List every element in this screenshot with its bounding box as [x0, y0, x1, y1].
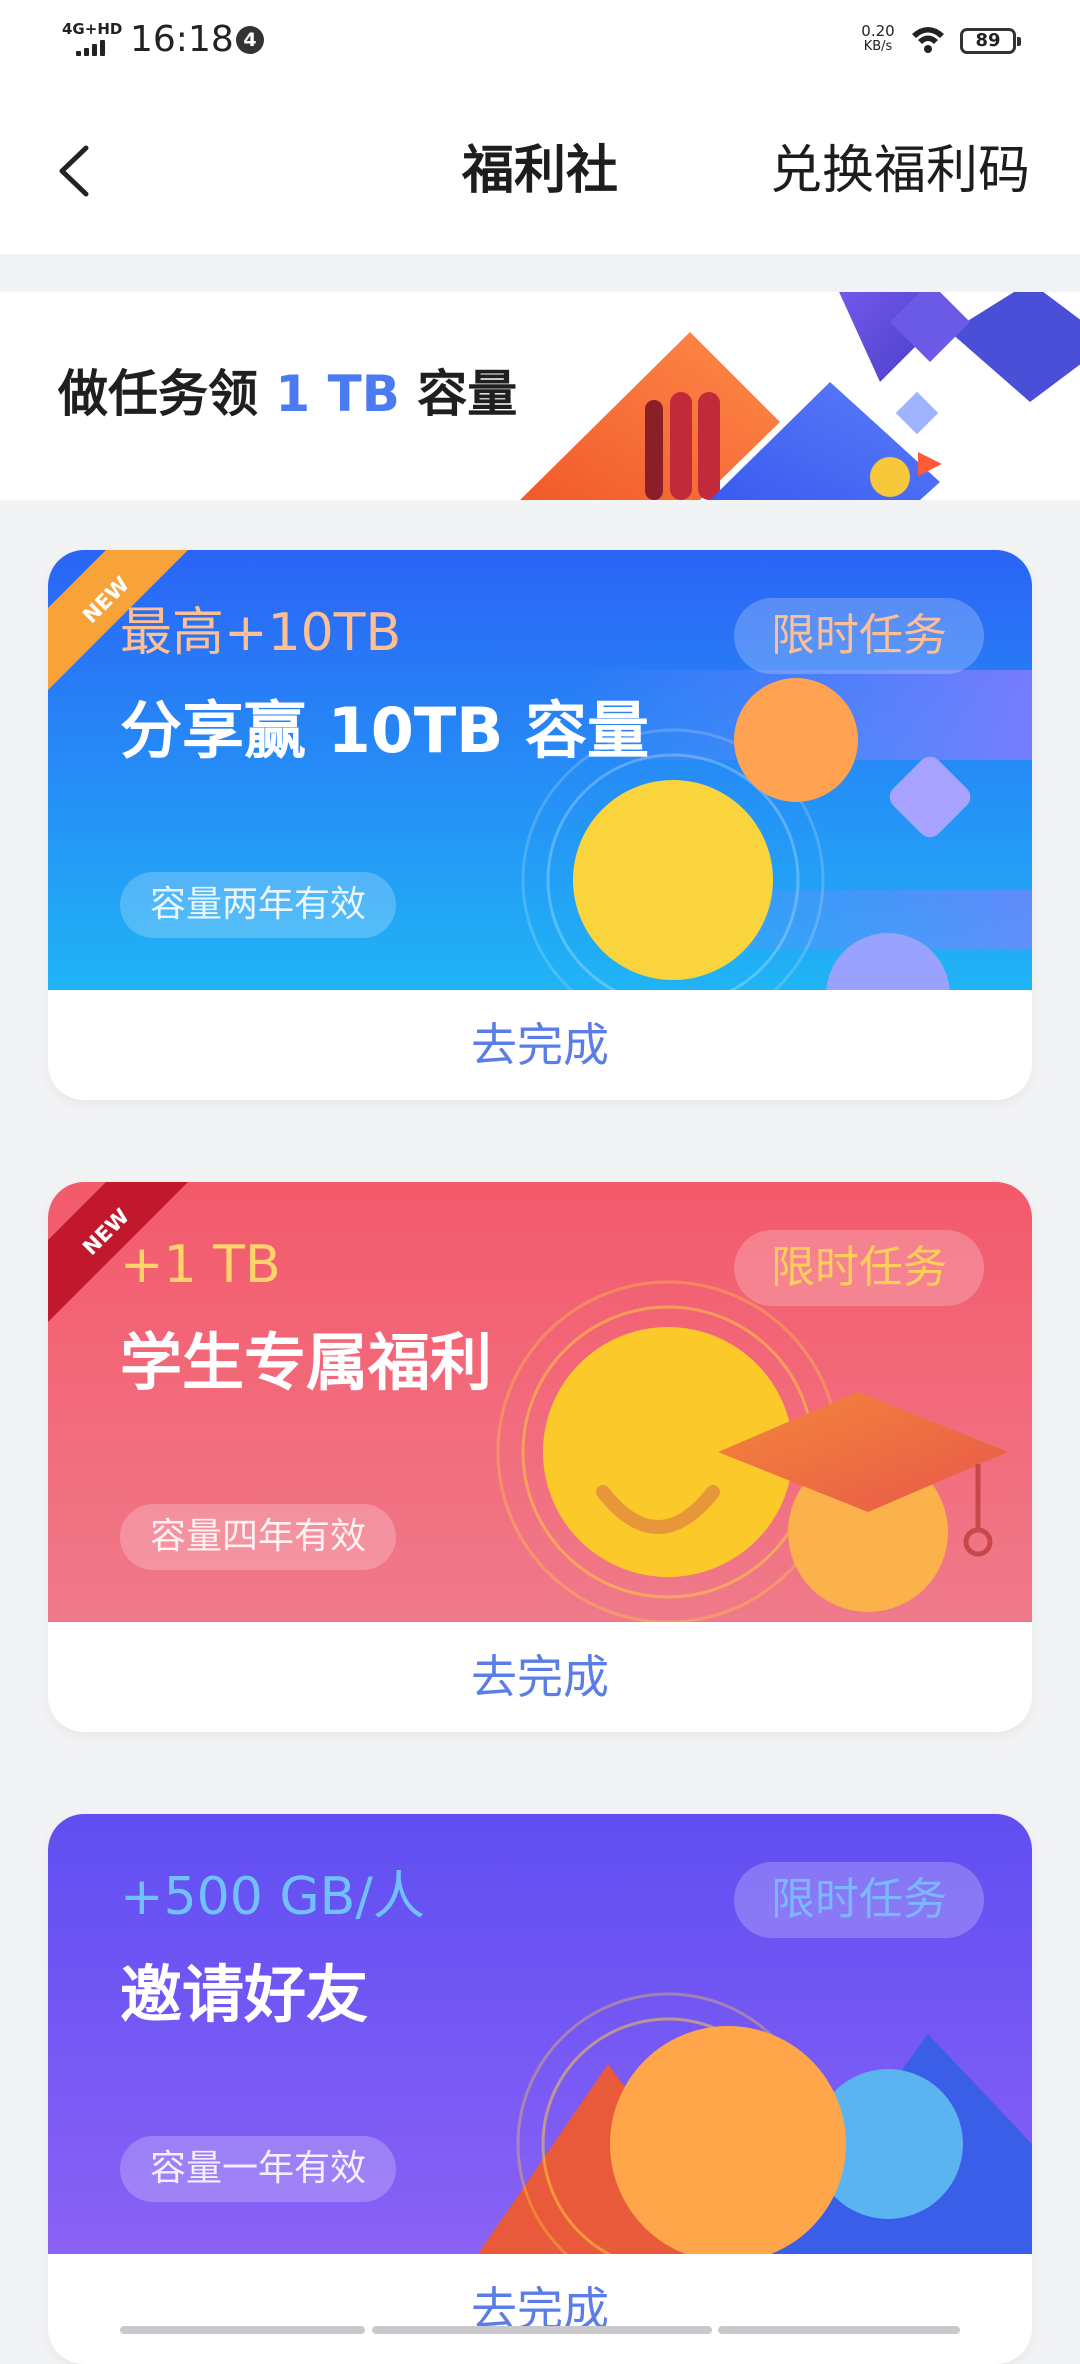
- task-card-student[interactable]: NEW +1 TB 学生专属福利 容量四年有效 限时任务 去完成: [48, 1182, 1032, 1732]
- task-card-header: NEW +1 TB 学生专属福利 容量四年有效 限时任务: [48, 1182, 1032, 1622]
- validity-badge: 容量四年有效: [120, 1504, 397, 1570]
- reward-amount: +1 TB: [120, 1235, 281, 1295]
- redeem-code-button[interactable]: 兑换福利码: [770, 136, 1030, 206]
- promo-banner: 做任务领 1 TB 容量: [0, 292, 1080, 500]
- task-card-share[interactable]: NEW 最高+10TB 分享赢 10TB 容量 容量两年有效 限时任务 去完成: [48, 550, 1032, 1100]
- reward-amount: +500 GB/人: [120, 1867, 425, 1927]
- validity-badge: 容量两年有效: [120, 872, 397, 938]
- app-header: 福利社 兑换福利码: [0, 84, 1080, 254]
- banner-illustration: [520, 292, 1080, 500]
- limited-time-tag: 限时任务: [734, 1862, 984, 1938]
- banner-text: 做任务领 1 TB 容量: [58, 354, 517, 434]
- signal-icon: [76, 40, 110, 56]
- task-title: 分享赢 10TB 容量: [120, 694, 649, 767]
- limited-time-tag: 限时任务: [734, 1230, 984, 1306]
- go-complete-button[interactable]: 去完成: [48, 1622, 1032, 1732]
- go-complete-button[interactable]: 去完成: [48, 2254, 1032, 2364]
- battery-icon: 89: [960, 28, 1021, 54]
- go-complete-button[interactable]: 去完成: [48, 990, 1032, 1100]
- task-card-header: NEW 最高+10TB 分享赢 10TB 容量 容量两年有效 限时任务: [48, 550, 1032, 990]
- network-speed: 0.20 KB/s: [858, 22, 898, 55]
- task-title: 邀请好友: [120, 1958, 369, 2031]
- status-time: 16:18: [130, 19, 234, 60]
- validity-badge: 容量一年有效: [120, 2136, 397, 2202]
- wifi-icon: [910, 24, 946, 56]
- navigation-indicator: [120, 2326, 960, 2334]
- task-card-header: +500 GB/人 邀请好友 容量一年有效 限时任务: [48, 1814, 1032, 2254]
- reward-amount: 最高+10TB: [120, 603, 402, 663]
- banner-text-highlight: 1 TB: [275, 365, 400, 423]
- task-card-invite[interactable]: +500 GB/人 邀请好友 容量一年有效 限时任务 去完成: [48, 1814, 1032, 2364]
- banner-text-prefix: 做任务领: [58, 365, 258, 423]
- limited-time-tag: 限时任务: [734, 598, 984, 674]
- network-type: 4G+HD: [62, 20, 123, 38]
- network-speed-unit: KB/s: [863, 39, 893, 54]
- task-title: 学生专属福利: [120, 1326, 493, 1399]
- notification-count-badge: 4: [236, 26, 264, 54]
- network-speed-value: 0.20: [861, 22, 895, 40]
- status-bar: 4G+HD 16:18 4 0.20 KB/s 89: [0, 0, 1080, 84]
